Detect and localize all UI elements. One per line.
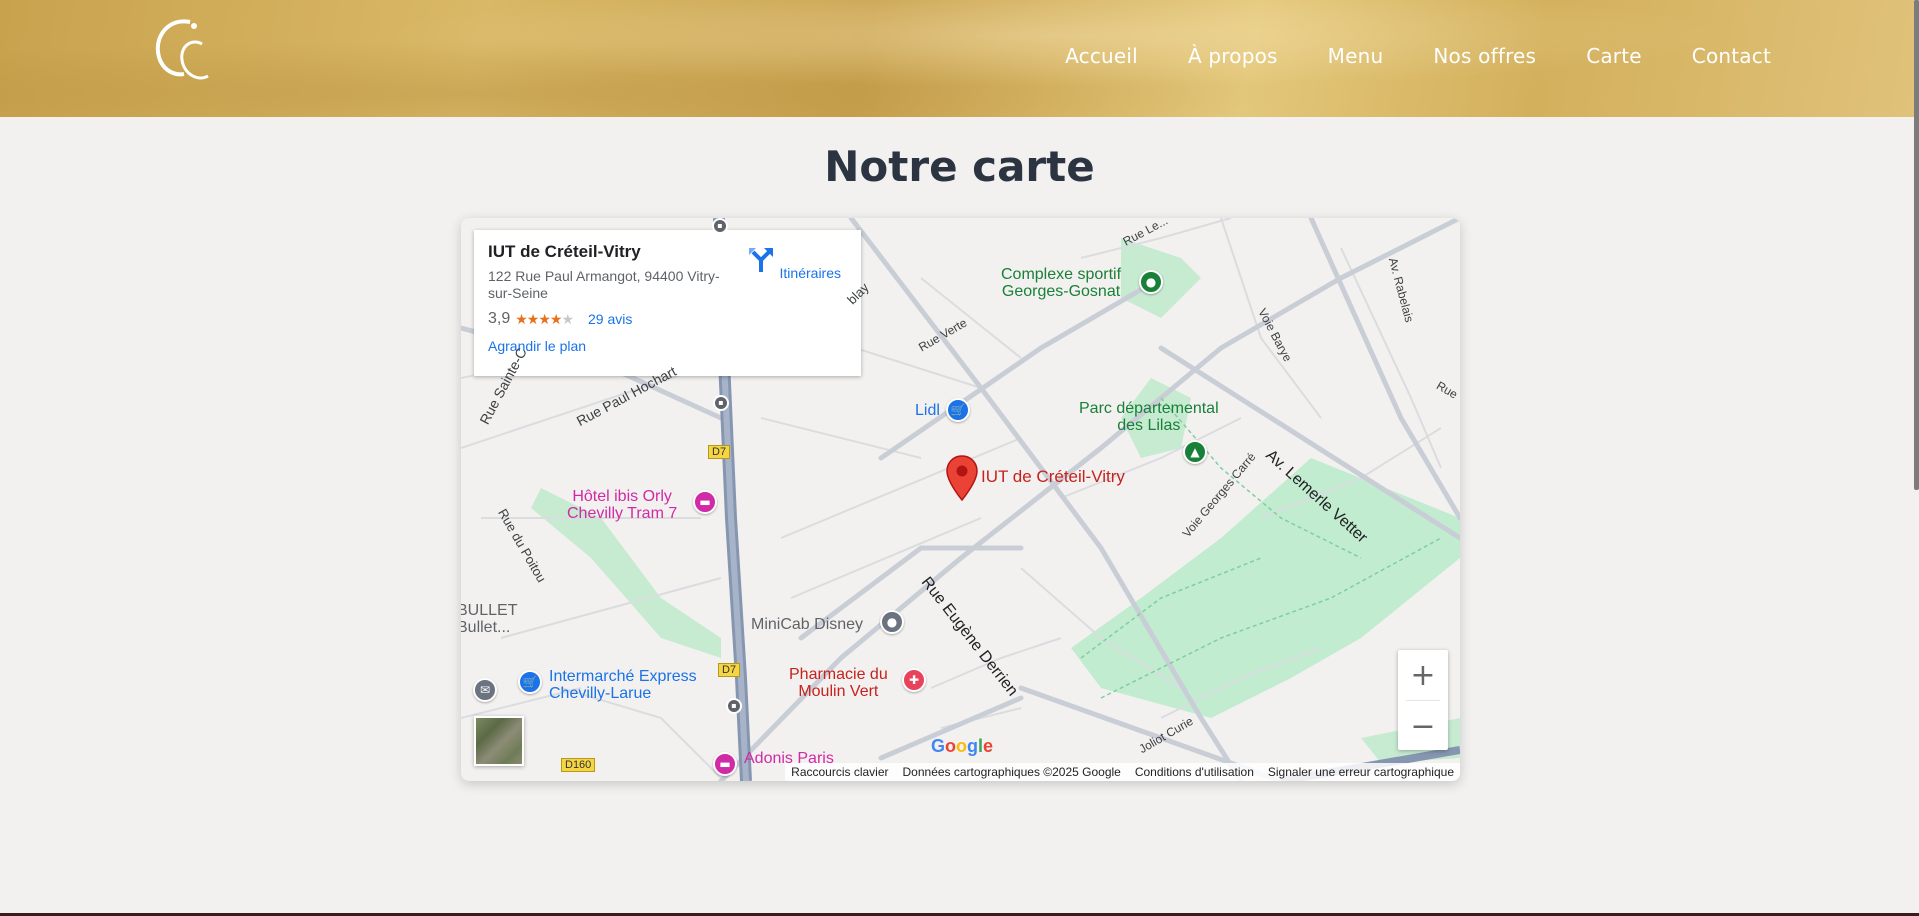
poi-label[interactable]: MiniCab Disney — [751, 616, 863, 634]
report-error-link[interactable]: Signaler une erreur cartographique — [1268, 765, 1454, 779]
poi-label[interactable]: Intermarché Express Chevilly-Larue — [549, 668, 697, 702]
road-shield: D7 — [708, 445, 731, 459]
tram-stop-icon[interactable]: ▪ — [726, 698, 742, 714]
logo[interactable] — [150, 16, 212, 92]
satellite-toggle[interactable] — [474, 716, 524, 766]
main-nav: Accueil À propos Menu Nos offres Carte C… — [1065, 44, 1771, 68]
reviews-link[interactable]: 29 avis — [588, 311, 632, 327]
map-attribution-bar: Raccourcis clavier Données cartographiqu… — [785, 763, 1460, 781]
marker-label[interactable]: IUT de Créteil-Vitry — [981, 468, 1125, 485]
poi-label[interactable]: Complexe sportif Georges-Gosnat — [1001, 266, 1121, 300]
zoom-in-button[interactable]: + — [1398, 650, 1448, 700]
poi-label[interactable]: Lidl — [915, 402, 940, 419]
keyboard-shortcuts-link[interactable]: Raccourcis clavier — [791, 765, 888, 779]
terms-link[interactable]: Conditions d'utilisation — [1135, 765, 1254, 779]
poi-label[interactable]: Parc départemental des Lilas — [1079, 400, 1219, 434]
nav-carte[interactable]: Carte — [1586, 44, 1642, 68]
tram-stop-icon[interactable]: ▪ — [712, 218, 728, 234]
nav-contact[interactable]: Contact — [1692, 44, 1771, 68]
rating-value: 3,9 — [488, 310, 511, 327]
zoom-controls: + − — [1398, 650, 1448, 750]
nav-nos-offres[interactable]: Nos offres — [1433, 44, 1536, 68]
sports-icon[interactable]: ● — [1139, 270, 1163, 294]
poi-label[interactable]: Hôtel ibis Orly Chevilly Tram 7 — [567, 488, 677, 522]
hotel-icon[interactable]: ▬ — [693, 490, 717, 514]
shopping-cart-icon[interactable]: 🛒 — [518, 670, 542, 694]
page-scrollbar[interactable] — [1914, 0, 1919, 490]
place-icon[interactable]: ● — [880, 610, 904, 634]
zoom-out-button[interactable]: − — [1398, 701, 1448, 751]
place-info-card: IUT de Créteil-Vitry 122 Rue Paul Armang… — [474, 230, 861, 376]
google-logo: Google — [931, 736, 994, 756]
poi-label[interactable]: Pharmacie du Moulin Vert — [789, 666, 888, 700]
nav-accueil[interactable]: Accueil — [1065, 44, 1138, 68]
site-header: Accueil À propos Menu Nos offres Carte C… — [0, 0, 1919, 117]
map-data-text: Données cartographiques ©2025 Google — [902, 765, 1121, 779]
road-shield: D7 — [718, 663, 741, 677]
enlarge-map-link[interactable]: Agrandir le plan — [488, 338, 847, 354]
directions-label: Itinéraires — [779, 265, 841, 281]
shopping-cart-icon[interactable]: 🛒 — [946, 398, 970, 422]
tram-stop-icon[interactable]: ▪ — [713, 395, 729, 411]
road-shield: D160 — [561, 758, 596, 772]
nav-a-propos[interactable]: À propos — [1188, 44, 1278, 68]
poi-label[interactable]: BULLET Bullet... — [461, 602, 517, 636]
nav-menu[interactable]: Menu — [1328, 44, 1384, 68]
directions-button[interactable]: Itinéraires — [746, 244, 841, 281]
embedded-map[interactable]: IUT de Créteil-Vitry 122 Rue Paul Armang… — [461, 218, 1460, 781]
place-address: 122 Rue Paul Armangot, 94400 Vitry-sur-S… — [488, 268, 720, 301]
rating-stars-icon: ★★★★★ — [515, 310, 574, 327]
directions-icon — [748, 248, 773, 272]
hotel-icon[interactable]: ▬ — [713, 752, 737, 776]
pharmacy-icon[interactable]: ✚ — [902, 668, 926, 692]
location-marker-icon[interactable] — [945, 454, 979, 502]
place-rating: 3,9 ★★★★★ 29 avis — [488, 310, 847, 328]
park-icon[interactable]: ▲ — [1183, 440, 1207, 464]
mail-icon[interactable]: ✉ — [473, 678, 497, 702]
page-title: Notre carte — [824, 142, 1095, 191]
